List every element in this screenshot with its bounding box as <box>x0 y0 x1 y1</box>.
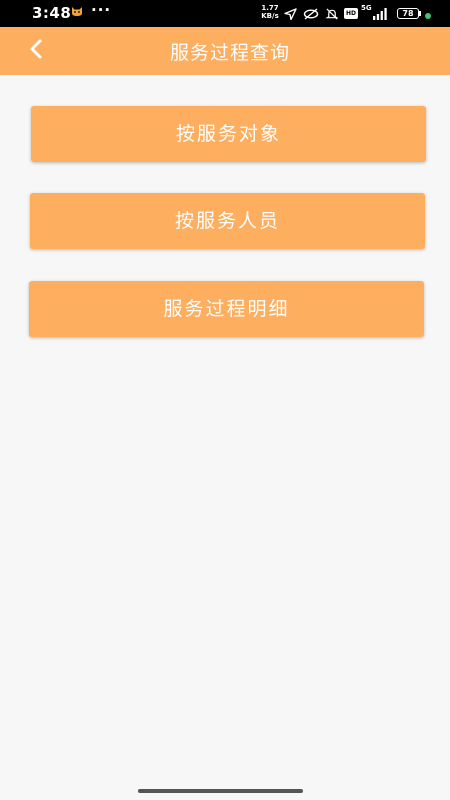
location-arrow-icon <box>284 8 297 20</box>
app-screen: 3:48 ··· 1.77 KB/s HD 5G 78 服务过程查询 按服务对象… <box>0 0 450 800</box>
more-notifications-icon: ··· <box>91 1 112 19</box>
hd-badge: HD <box>344 8 358 19</box>
cat-icon <box>71 5 83 20</box>
battery-icon: 78 <box>397 8 419 19</box>
status-bar: 3:48 ··· 1.77 KB/s HD 5G 78 <box>0 0 450 27</box>
status-time: 3:48 <box>32 4 72 22</box>
network-type: 5G <box>361 4 372 12</box>
by-service-staff-button[interactable]: 按服务人员 <box>30 193 425 249</box>
mute-bell-icon <box>325 8 339 20</box>
hotspot-icon <box>303 8 319 20</box>
network-speed-unit: KB/s <box>261 12 279 20</box>
nav-bar: 服务过程查询 <box>0 27 450 75</box>
page-title: 服务过程查询 <box>169 42 290 64</box>
network-speed-value: 1.77 <box>261 4 279 12</box>
privacy-indicator-dot <box>425 13 431 19</box>
battery-tip <box>419 11 421 16</box>
home-indicator[interactable] <box>138 789 303 793</box>
signal-icon <box>373 8 387 20</box>
network-speed: 1.77 KB/s <box>259 4 281 20</box>
service-process-detail-button[interactable]: 服务过程明细 <box>29 281 424 337</box>
by-service-object-button[interactable]: 按服务对象 <box>31 106 426 162</box>
